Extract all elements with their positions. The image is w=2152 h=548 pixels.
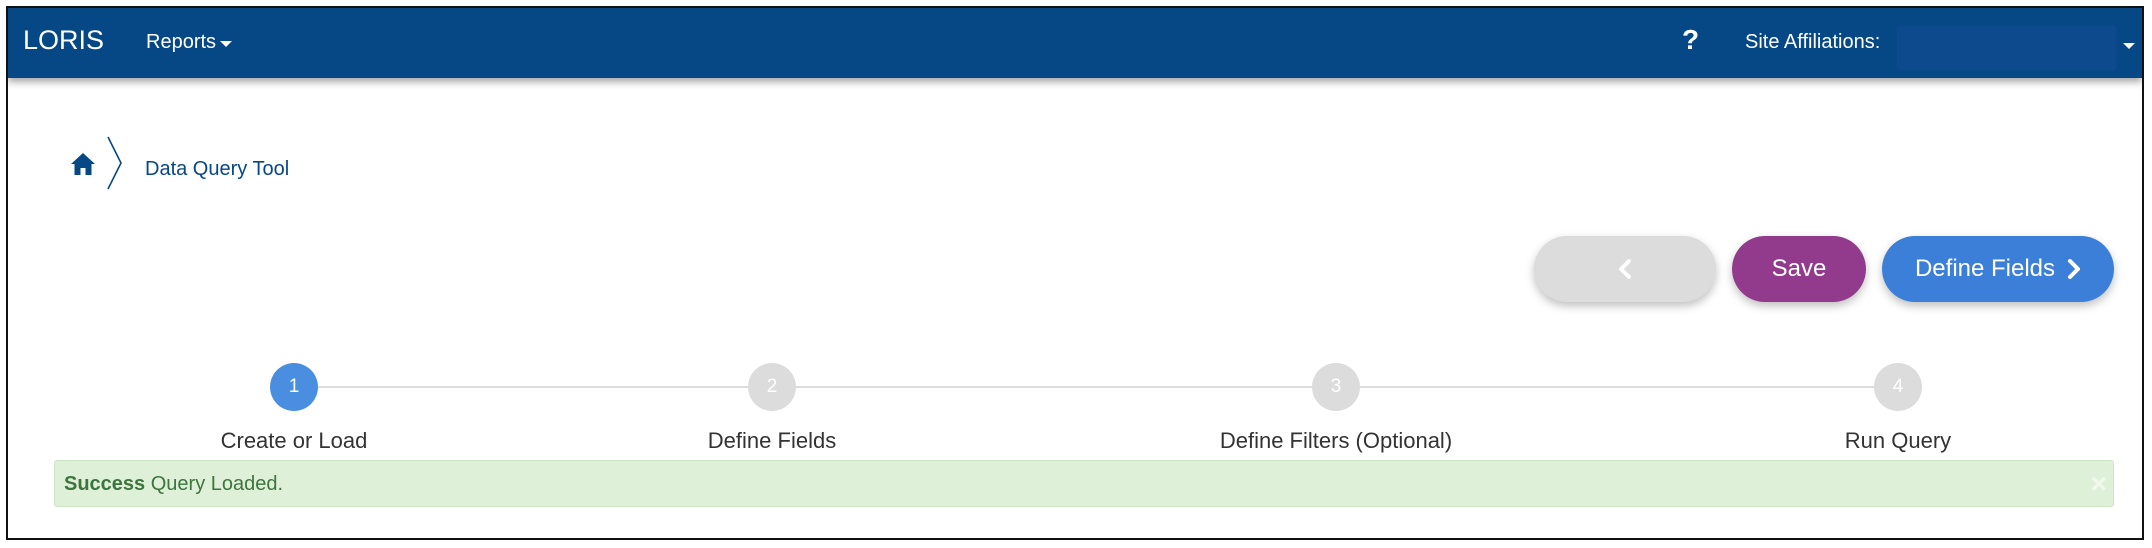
define-fields-button[interactable]: Define Fields xyxy=(1882,236,2114,302)
chevron-right-icon xyxy=(2068,259,2081,279)
alert-title: Success xyxy=(64,473,146,495)
step-2-label[interactable]: Define Fields xyxy=(572,430,972,452)
site-affiliations-select[interactable] xyxy=(1897,26,2117,70)
close-icon[interactable]: × xyxy=(2091,470,2107,498)
step-2-circle[interactable]: 2 xyxy=(748,363,796,411)
alert-text: Success Query Loaded. xyxy=(64,474,283,494)
step-1-circle[interactable]: 1 xyxy=(270,363,318,411)
define-fields-button-label: Define Fields xyxy=(1914,255,2056,282)
home-icon[interactable] xyxy=(70,152,96,176)
step-4-circle[interactable]: 4 xyxy=(1874,363,1922,411)
step-connector xyxy=(1360,386,1874,388)
alert-message: Query Loaded. xyxy=(145,473,284,495)
back-button[interactable] xyxy=(1534,236,1716,302)
breadcrumb-separator-icon xyxy=(107,136,122,190)
help-icon[interactable]: ? xyxy=(1682,26,1699,54)
save-button-label: Save xyxy=(1771,255,1827,282)
breadcrumb-current[interactable]: Data Query Tool xyxy=(145,159,289,179)
step-connector xyxy=(796,386,1312,388)
brand-logo[interactable]: LORIS xyxy=(23,27,104,54)
step-3-circle[interactable]: 3 xyxy=(1312,363,1360,411)
top-navbar: LORIS Reports ? Site Affiliations: xyxy=(8,8,2142,78)
success-alert: Success Query Loaded. × xyxy=(54,460,2114,507)
chevron-down-icon xyxy=(220,40,233,47)
step-1-label[interactable]: Create or Load xyxy=(94,430,494,452)
chevron-down-icon[interactable] xyxy=(2123,43,2135,49)
save-button[interactable]: Save xyxy=(1732,236,1866,302)
site-affiliations-label: Site Affiliations: xyxy=(1745,31,1881,53)
reports-menu[interactable]: Reports xyxy=(146,31,233,53)
reports-menu-label: Reports xyxy=(146,31,217,53)
app-window: LORIS Reports ? Site Affiliations: Data … xyxy=(6,6,2144,540)
chevron-left-icon xyxy=(1619,259,1631,279)
step-4-label[interactable]: Run Query xyxy=(1698,430,2098,452)
step-3-label[interactable]: Define Filters (Optional) xyxy=(1136,430,1536,452)
step-connector xyxy=(318,386,748,388)
